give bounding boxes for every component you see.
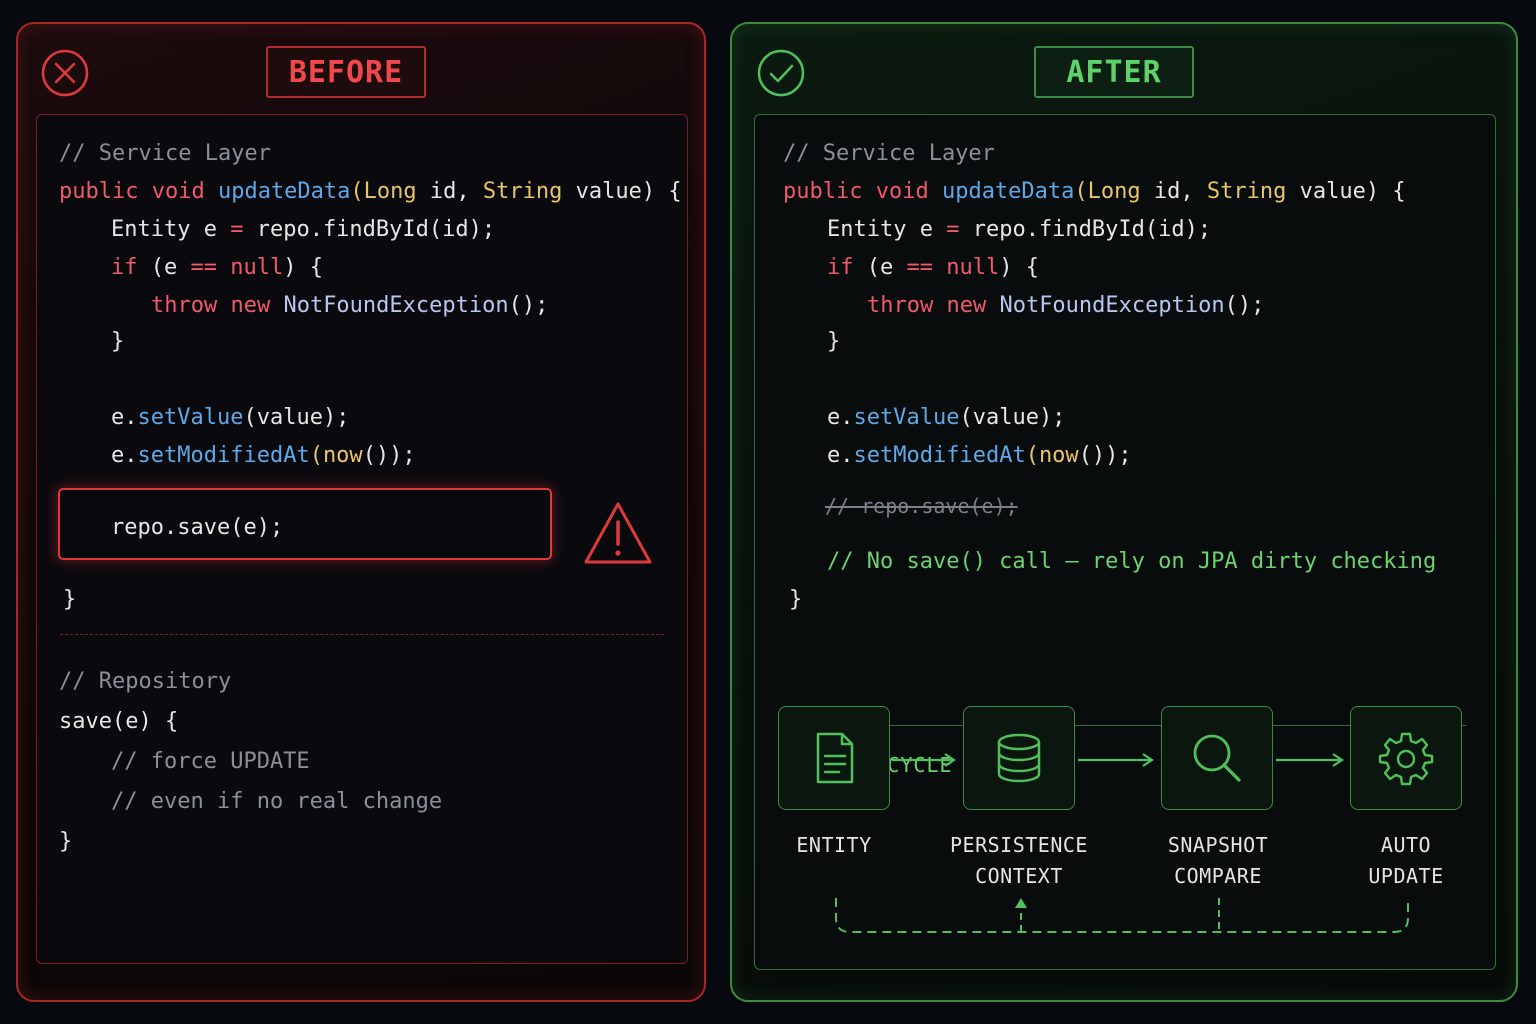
code-line: Entity e = repo.findById(id);: [827, 217, 1212, 242]
flow-arrow: [892, 753, 956, 767]
flow-arrow: [1276, 753, 1344, 767]
gear-icon: [1378, 732, 1434, 786]
flow-node-persistence-context: [963, 706, 1075, 810]
database-icon: [997, 733, 1041, 783]
after-panel: AFTER // Service Layer public void updat…: [730, 22, 1518, 1002]
code-line: }: [63, 587, 77, 612]
code-line: }: [789, 587, 803, 612]
code-line: e.setModifiedAt(now());: [111, 443, 416, 468]
code-line: e.setValue(value);: [111, 405, 350, 430]
code-line: if (e == null) {: [111, 255, 323, 280]
check-circle-icon: [757, 49, 805, 97]
code-line: public void updateData(Long id, String v…: [783, 179, 1406, 204]
code-line: }: [59, 829, 73, 854]
magnifier-icon: [1193, 734, 1241, 782]
save-call-highlight: [58, 488, 552, 560]
before-panel: BEFORE // Service Layer public void upda…: [16, 22, 706, 1002]
flow-label-auto-update: AUTO UPDATE: [1368, 833, 1444, 888]
flow-node-auto-update: [1350, 706, 1462, 810]
section-divider: [60, 634, 664, 635]
code-comment: // Service Layer: [59, 141, 271, 166]
code-line: Entity e = repo.findById(id);: [111, 217, 496, 242]
dirty-checking-comment: // No save() call — rely on JPA dirty ch…: [827, 549, 1437, 574]
code-line: e.setValue(value);: [827, 405, 1066, 430]
flow-arrow: [1078, 753, 1154, 767]
removed-save-call: // repo.save(e);: [825, 494, 1018, 518]
code-comment: // force UPDATE: [111, 749, 310, 774]
code-line: }: [111, 329, 125, 354]
code-comment: // even if no real change: [111, 789, 443, 814]
code-line: save(e) {: [59, 709, 179, 734]
code-line: throw new NotFoundException();: [151, 293, 549, 318]
flow-label-snapshot-compare: SNAPSHOT COMPARE: [1167, 833, 1269, 888]
code-line: if (e == null) {: [827, 255, 1039, 280]
x-circle-icon: [41, 49, 89, 97]
code-line: throw new NotFoundException();: [867, 293, 1265, 318]
code-comment: // Service Layer: [783, 141, 995, 166]
flow-label-persistence-context: PERSISTENCE CONTEXT: [950, 833, 1088, 888]
code-comment: // Repository: [59, 669, 232, 694]
before-title: BEFORE: [266, 46, 426, 98]
after-title: AFTER: [1034, 46, 1194, 98]
document-icon: [816, 732, 854, 784]
code-line: }: [827, 329, 841, 354]
flow-node-entity: [778, 706, 890, 810]
code-line: e.setModifiedAt(now());: [827, 443, 1132, 468]
flow-label-entity: ENTITY: [796, 833, 872, 857]
flow-node-snapshot-compare: [1161, 706, 1273, 810]
code-line: public void updateData(Long id, String v…: [59, 179, 682, 204]
warning-triangle-icon: [584, 502, 652, 564]
